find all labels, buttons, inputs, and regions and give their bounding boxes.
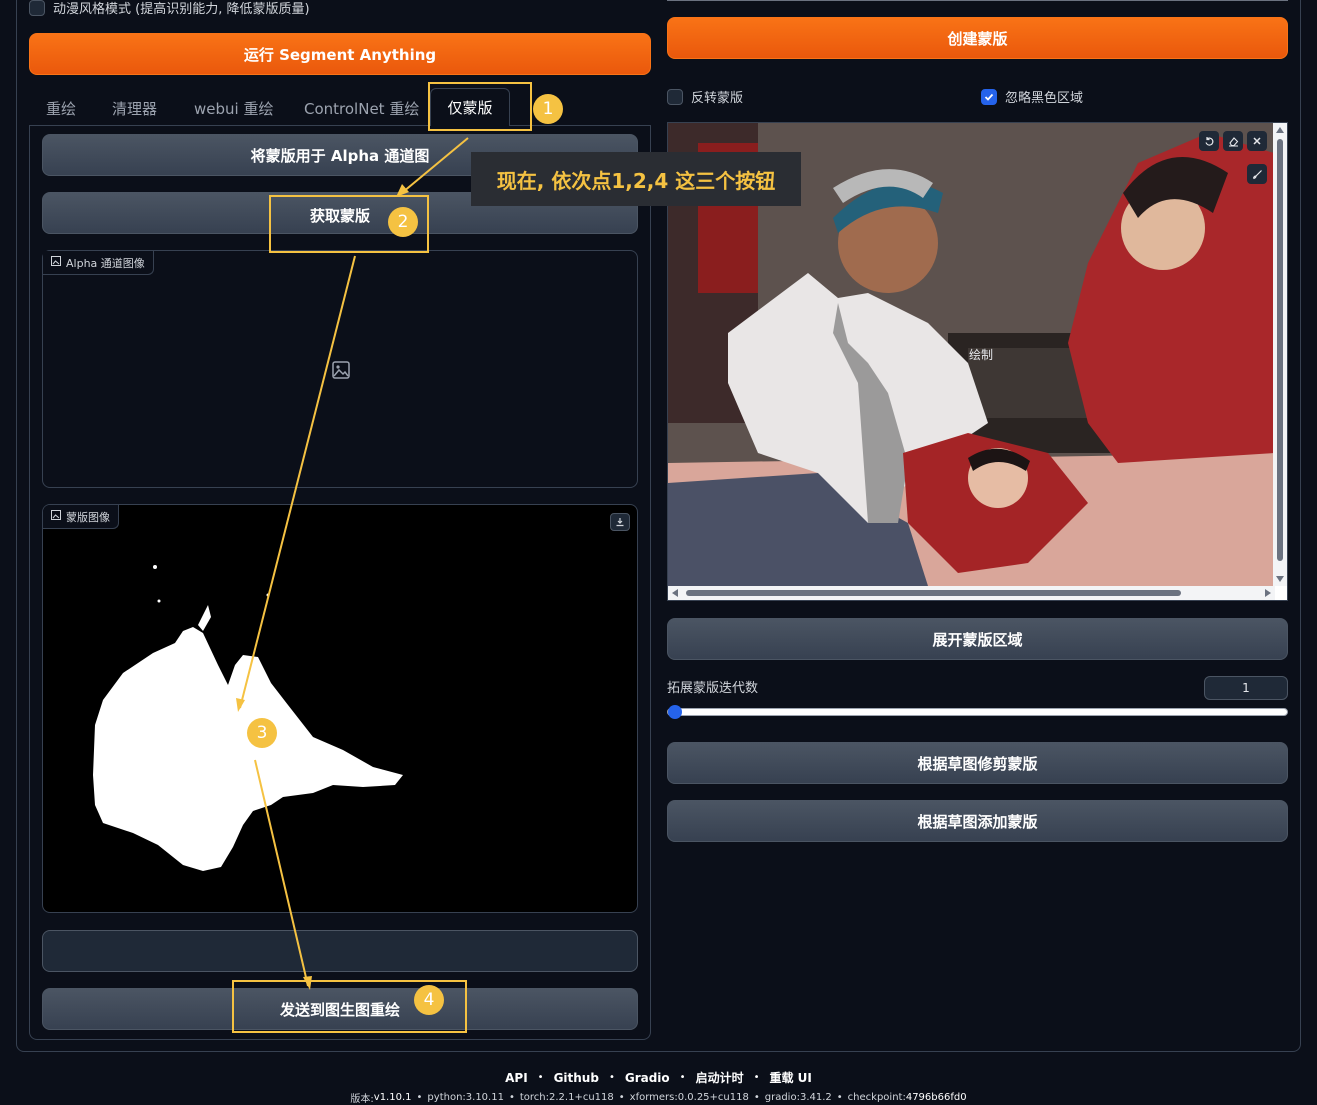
ignore-black-row[interactable]: 忽略黑色区域 [981, 87, 1083, 106]
version-value[interactable]: v1.10.1 [374, 1092, 412, 1103]
tab-webui-inpaint[interactable]: webui 重绘 [194, 98, 273, 119]
footer-link-reload-ui[interactable]: 重载 UI [769, 1069, 811, 1086]
create-mask-button[interactable]: 创建蒙版 [667, 17, 1288, 59]
tab-controlnet-inpaint[interactable]: ControlNet 重绘 [304, 98, 419, 119]
python-version: 3.10.11 [465, 1092, 504, 1103]
checkpoint-value[interactable]: 4796b66fd0 [906, 1092, 967, 1103]
scroll-right-arrow[interactable] [1265, 589, 1271, 597]
mask-image-label: 蒙版图像 [43, 505, 119, 529]
canvas-overlay-text: 绘制 [969, 348, 994, 362]
step-badge-1: 1 [533, 94, 563, 124]
step-badge-2: 2 [388, 207, 418, 237]
gradio-version: 3.41.2 [799, 1092, 832, 1103]
horizontal-scroll-thumb[interactable] [686, 590, 1181, 596]
tab-inpaint[interactable]: 重绘 [46, 98, 76, 119]
anime-mode-checkbox[interactable] [29, 0, 45, 16]
footer-separator: • [753, 1072, 760, 1083]
image-icon [51, 510, 61, 523]
trim-mask-by-sketch-button[interactable]: 根据草图修剪蒙版 [667, 742, 1288, 784]
mask-image-block[interactable]: 蒙版图像 [42, 504, 638, 913]
iterations-slider-track[interactable] [667, 708, 1288, 716]
footer-link-github[interactable]: Github [554, 1071, 599, 1085]
footer-link-api[interactable]: API [505, 1071, 528, 1085]
ignore-black-label: 忽略黑色区域 [1005, 91, 1084, 106]
ignore-black-checkbox[interactable] [981, 88, 997, 105]
footer-link-gradio[interactable]: Gradio [625, 1071, 670, 1085]
footer-separator: • [608, 1072, 615, 1083]
image-icon [51, 256, 61, 269]
footer-separator: • [679, 1072, 686, 1083]
scroll-left-arrow[interactable] [672, 589, 678, 597]
annotation-callout: 现在, 依次点1,2,4 这三个按钮 [471, 152, 801, 206]
anime-mode-label: 动漫风格模式 (提高识别能力, 降低蒙版质量) [53, 2, 310, 17]
mask-shape [93, 565, 403, 871]
footer-versions: 版本: v1.10.1 • python: 3.10.11 • torch: 2… [350, 1092, 967, 1105]
add-mask-by-sketch-button[interactable]: 根据草图添加蒙版 [667, 800, 1288, 842]
image-placeholder-icon [332, 361, 350, 383]
download-icon[interactable] [610, 513, 630, 531]
checkmark-icon [984, 93, 994, 101]
brush-icon[interactable] [1247, 164, 1267, 184]
alpha-image-label: Alpha 通道图像 [43, 251, 154, 275]
step-badge-3: 3 [247, 718, 277, 748]
horizontal-scrollbar[interactable] [668, 586, 1275, 600]
vertical-scrollbar[interactable] [1273, 123, 1287, 586]
top-divider-right [667, 0, 1288, 1]
invert-mask-checkbox[interactable] [667, 88, 683, 105]
close-icon[interactable] [1247, 131, 1267, 151]
alpha-image-block[interactable]: Alpha 通道图像 [42, 250, 638, 488]
scroll-up-arrow[interactable] [1276, 127, 1284, 133]
step-badge-4: 4 [414, 985, 444, 1015]
footer-separator: • [537, 1072, 544, 1083]
undo-icon[interactable] [1199, 131, 1219, 151]
iterations-input[interactable]: 1 [1204, 676, 1288, 700]
canvas-toolbar [1199, 131, 1267, 151]
footer-link-startup-profile[interactable]: 启动计时 [696, 1069, 744, 1086]
annotation-callout-text: 现在, 依次点1,2,4 这三个按钮 [496, 168, 776, 193]
iterations-label: 拓展蒙版迭代数 [667, 681, 759, 696]
iterations-value: 1 [1242, 681, 1250, 695]
iterations-slider-thumb[interactable] [668, 705, 682, 719]
run-segment-anything-button[interactable]: 运行 Segment Anything [29, 33, 651, 75]
empty-textbox[interactable] [42, 930, 638, 972]
anime-mode-row[interactable]: 动漫风格模式 (提高识别能力, 降低蒙版质量) [29, 0, 310, 17]
footer-links: API • Github • Gradio • 启动计时 • 重载 UI [0, 1069, 1317, 1086]
eraser-icon[interactable] [1223, 131, 1243, 151]
annotation-box-tab [428, 82, 532, 131]
torch-version: 2.2.1+cu118 [549, 1092, 614, 1103]
expand-mask-button[interactable]: 展开蒙版区域 [667, 618, 1288, 660]
scroll-down-arrow[interactable] [1276, 576, 1284, 582]
invert-mask-label: 反转蒙版 [691, 91, 744, 106]
tab-cleaner[interactable]: 清理器 [112, 98, 157, 119]
xformers-version: 0.0.25+cu118 [677, 1092, 749, 1103]
invert-mask-row[interactable]: 反转蒙版 [667, 87, 743, 106]
vertical-scroll-thumb[interactable] [1277, 139, 1283, 561]
